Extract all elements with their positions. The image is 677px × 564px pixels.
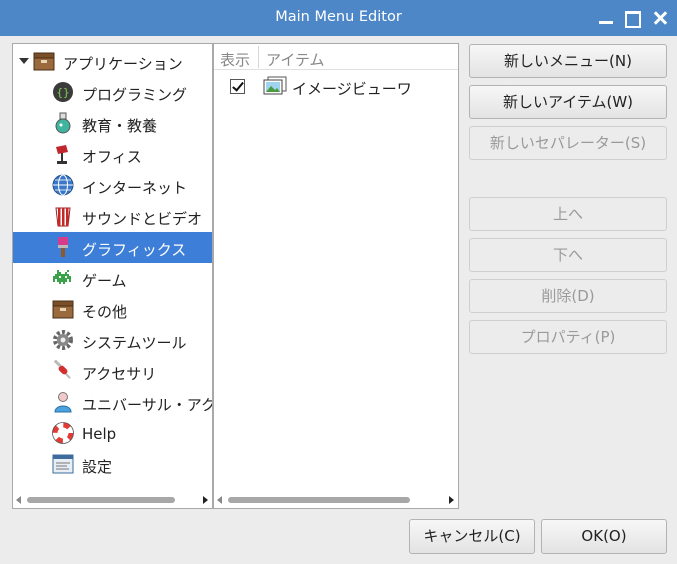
tree-item-label: グラフィックス bbox=[82, 241, 187, 259]
graphics-brush-icon bbox=[58, 237, 68, 257]
game-invader-icon bbox=[53, 270, 71, 284]
ok-button[interactable]: OK(O) bbox=[541, 519, 667, 554]
close-icon[interactable] bbox=[650, 8, 670, 28]
column-divider bbox=[258, 46, 259, 68]
help-lifebuoy-icon bbox=[52, 422, 74, 444]
scroll-left-arrow-icon[interactable] bbox=[16, 496, 21, 504]
system-tools-gear-icon bbox=[53, 330, 73, 350]
other-box-icon bbox=[52, 300, 74, 319]
tree-item-graphics[interactable]: グラフィックス bbox=[13, 232, 212, 263]
tree-item-label: ユニバーサル・アクセス bbox=[82, 396, 212, 414]
properties-button[interactable]: プロパティ(P) bbox=[469, 320, 667, 354]
universal-access-icon bbox=[54, 392, 72, 413]
tree-item-applications[interactable]: アプリケーション bbox=[13, 46, 212, 77]
move-down-button[interactable]: 下へ bbox=[469, 238, 667, 272]
delete-button[interactable]: 削除(D) bbox=[469, 279, 667, 313]
tree-item-accessories[interactable]: アクセサリ bbox=[13, 356, 212, 387]
move-up-button[interactable]: 上へ bbox=[469, 197, 667, 231]
tree-item-label: システムツール bbox=[82, 334, 187, 352]
item-label: イメージビューワ bbox=[292, 80, 412, 98]
scroll-left-arrow-icon[interactable] bbox=[217, 496, 222, 504]
items-list[interactable]: 表示 アイテム イメージビューワ bbox=[213, 43, 459, 509]
tree-item-label: ゲーム bbox=[82, 272, 127, 290]
tree-item-universal-access[interactable]: ユニバーサル・アクセス bbox=[13, 387, 212, 418]
expander-arrow-icon[interactable] bbox=[19, 58, 29, 64]
tree-item-label: アクセサリ bbox=[82, 365, 157, 383]
tree-item-label: アプリケーション bbox=[63, 55, 183, 73]
tree-item-programming[interactable]: {} プログラミング bbox=[13, 77, 212, 108]
column-header-show[interactable]: 表示 bbox=[220, 49, 250, 70]
internet-globe-icon bbox=[52, 174, 74, 196]
tree-item-label: その他 bbox=[82, 303, 128, 321]
folder-icon bbox=[33, 52, 55, 71]
tree-item-label: サウンドとビデオ bbox=[82, 210, 203, 228]
items-horizontal-scrollbar[interactable] bbox=[214, 492, 458, 508]
menu-tree[interactable]: アプリケーション {} プログラミング 教育・教養 オフィス インターネット サ… bbox=[12, 43, 213, 509]
office-icon bbox=[56, 145, 68, 164]
tree-item-internet[interactable]: インターネット bbox=[13, 170, 212, 201]
window-title: Main Menu Editor bbox=[275, 9, 402, 25]
minimize-icon[interactable] bbox=[596, 8, 616, 28]
tree-item-label: 設定 bbox=[82, 458, 113, 476]
maximize-icon[interactable] bbox=[622, 8, 642, 28]
scrollbar-thumb[interactable] bbox=[228, 497, 410, 503]
tree-item-system-tools[interactable]: システムツール bbox=[13, 325, 212, 356]
column-header: 表示 アイテム bbox=[214, 44, 458, 70]
tree-item-games[interactable]: ゲーム bbox=[13, 263, 212, 294]
tree-horizontal-scrollbar[interactable] bbox=[13, 492, 212, 508]
settings-icon bbox=[52, 454, 74, 474]
tree-item-help[interactable]: Help bbox=[13, 418, 212, 449]
column-header-item[interactable]: アイテム bbox=[266, 49, 325, 70]
tree-item-label: Help bbox=[82, 425, 117, 443]
accessories-knife-icon bbox=[53, 360, 71, 379]
tree-item-other[interactable]: その他 bbox=[13, 294, 212, 325]
tree-item-office[interactable]: オフィス bbox=[13, 139, 212, 170]
new-menu-button[interactable]: 新しいメニュー(N) bbox=[469, 44, 667, 78]
title-bar[interactable]: Main Menu Editor bbox=[0, 0, 677, 36]
tree-item-label: プログラミング bbox=[82, 86, 188, 104]
tree-item-settings[interactable]: 設定 bbox=[13, 449, 212, 480]
svg-text:{}: {} bbox=[56, 86, 69, 99]
programming-icon: {} bbox=[53, 82, 73, 102]
item-row-image-viewer[interactable]: イメージビューワ bbox=[214, 74, 458, 100]
tree-item-sound-video[interactable]: サウンドとビデオ bbox=[13, 201, 212, 232]
tree-item-label: オフィス bbox=[82, 148, 142, 166]
tree-item-label: インターネット bbox=[82, 179, 188, 197]
education-icon bbox=[55, 112, 71, 134]
tree-item-education[interactable]: 教育・教養 bbox=[13, 108, 212, 139]
new-separator-button[interactable]: 新しいセパレーター(S) bbox=[469, 126, 667, 160]
new-item-button[interactable]: 新しいアイテム(W) bbox=[469, 85, 667, 119]
show-checkbox[interactable] bbox=[230, 79, 245, 94]
tree-item-label: 教育・教養 bbox=[82, 117, 158, 135]
image-viewer-icon bbox=[263, 76, 287, 95]
scroll-right-arrow-icon[interactable] bbox=[449, 496, 454, 504]
cancel-button[interactable]: キャンセル(C) bbox=[409, 519, 535, 554]
scroll-right-arrow-icon[interactable] bbox=[203, 496, 208, 504]
scrollbar-thumb[interactable] bbox=[27, 497, 175, 503]
sound-video-icon bbox=[55, 207, 71, 227]
